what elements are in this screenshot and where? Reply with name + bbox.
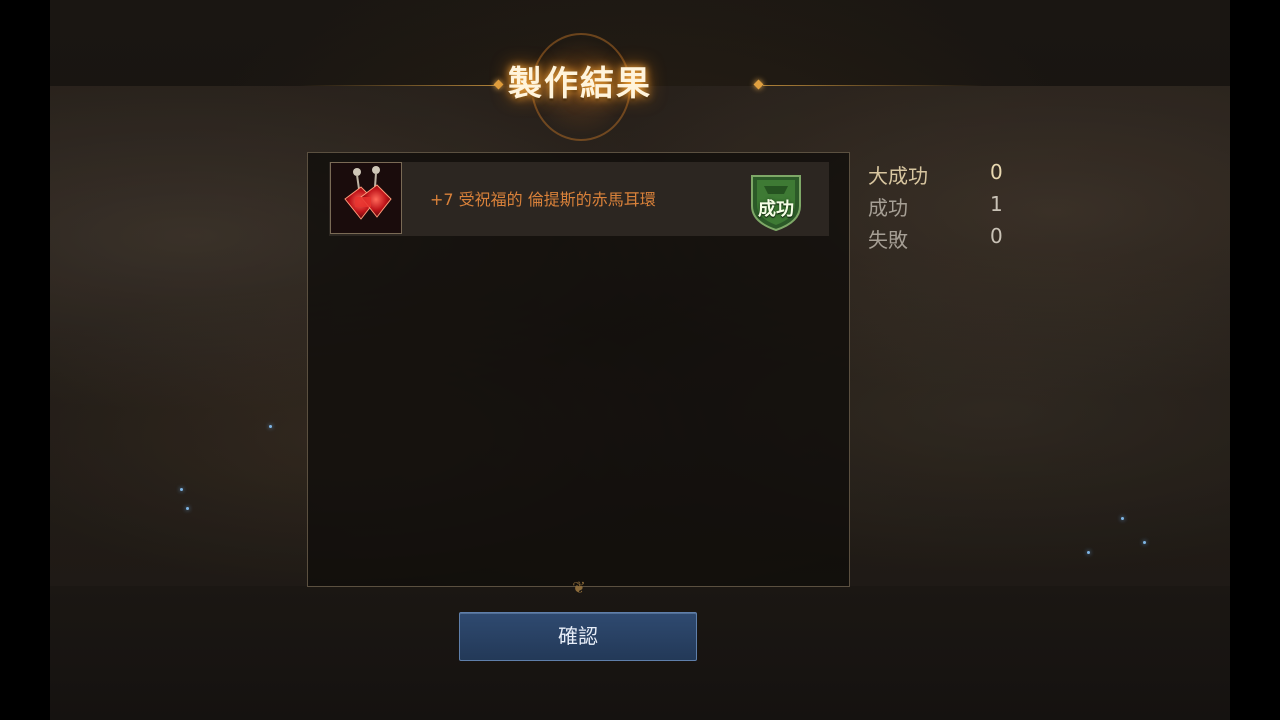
fail-count: 0 xyxy=(990,224,1003,248)
fail-row: 失敗 0 xyxy=(868,224,1018,256)
great-success-row: 大成功 0 xyxy=(868,160,1018,192)
title-divider-left xyxy=(300,85,496,86)
sparkle-icon xyxy=(180,488,183,491)
ruby-earrings-icon[interactable] xyxy=(330,162,402,234)
great-success-label: 大成功 xyxy=(868,164,928,188)
sparkle-icon xyxy=(1121,517,1124,520)
sparkle-icon xyxy=(186,507,189,510)
sparkle-icon xyxy=(269,425,272,428)
result-summary: 大成功 0 成功 1 失敗 0 xyxy=(868,160,1018,256)
success-count: 1 xyxy=(990,192,1003,216)
sparkle-icon xyxy=(1143,541,1146,544)
confirm-button[interactable]: 確認 xyxy=(459,612,697,661)
success-badge: 成功 xyxy=(748,170,804,232)
success-label: 成功 xyxy=(868,196,908,220)
result-status: 成功 xyxy=(758,199,794,220)
great-success-count: 0 xyxy=(990,160,1003,184)
item-name: +7 受祝福的 倫提斯的赤馬耳環 xyxy=(430,190,656,209)
panel-ornament-icon: ❦ xyxy=(572,578,586,597)
success-row: 成功 1 xyxy=(868,192,1018,224)
fail-label: 失敗 xyxy=(868,228,908,252)
dialog-title: 製作結果 xyxy=(508,64,652,104)
title-divider-right xyxy=(763,85,983,86)
sparkle-icon xyxy=(1087,551,1090,554)
